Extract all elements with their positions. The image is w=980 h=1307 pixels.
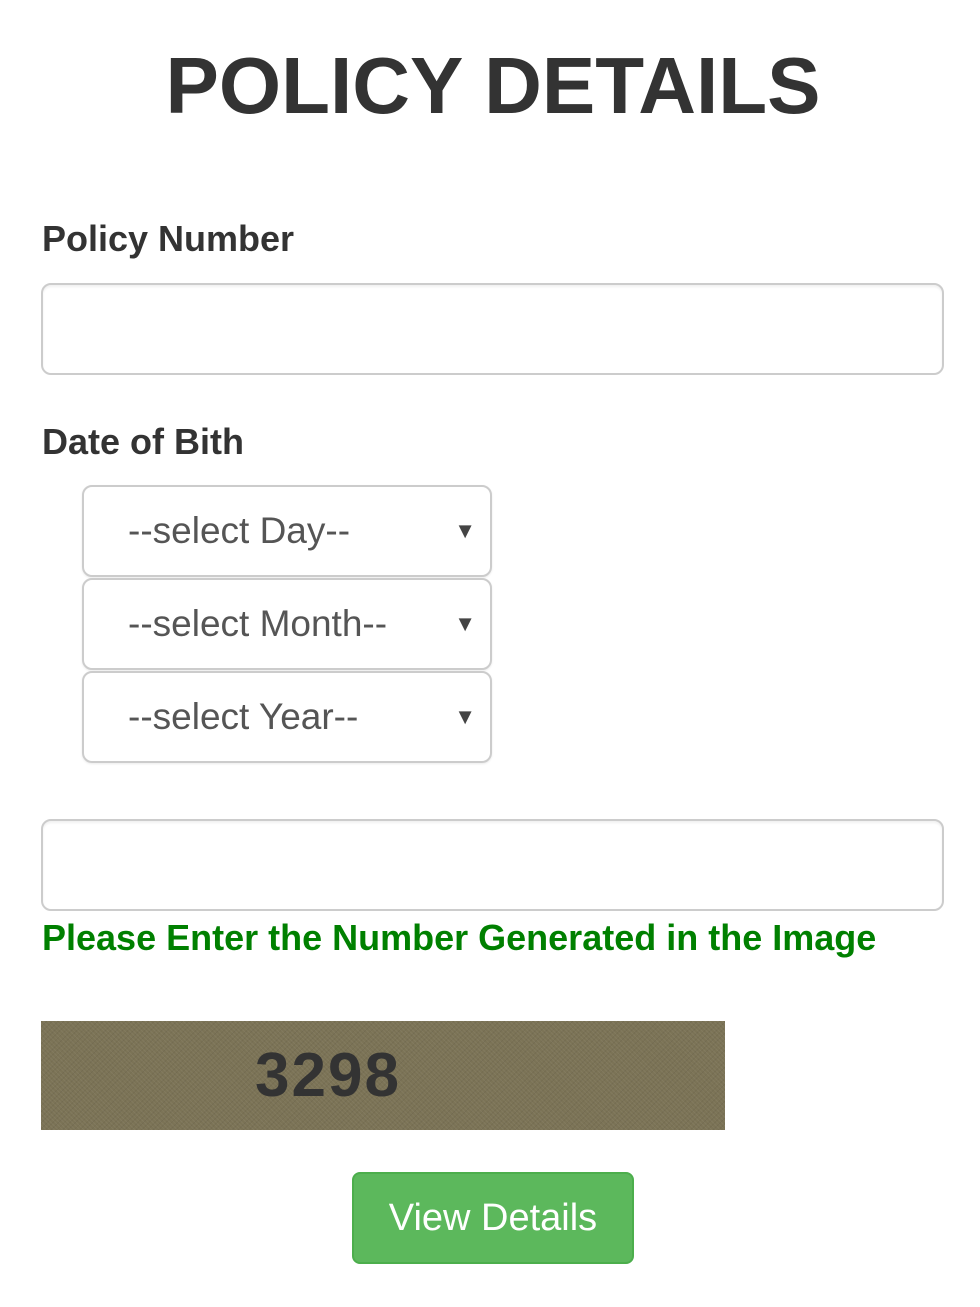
captcha-image: 3298 [41,1021,725,1130]
month-select[interactable]: --select Month-- ▼ [82,578,492,670]
captcha-help-text: Please Enter the Number Generated in the… [42,917,877,958]
day-select[interactable]: --select Day-- ▼ [82,485,492,577]
view-details-button[interactable]: View Details [352,1172,634,1264]
year-select-value: --select Year-- [128,696,359,737]
chevron-down-icon: ▼ [454,518,476,543]
policy-number-input[interactable] [41,283,944,375]
captcha-input[interactable] [41,819,944,911]
year-select[interactable]: --select Year-- ▼ [82,671,492,763]
captcha-code: 3298 [255,1041,401,1110]
day-select-value: --select Day-- [128,510,351,551]
chevron-down-icon: ▼ [454,704,476,729]
policy-number-label: Policy Number [42,218,295,259]
chevron-down-icon: ▼ [454,611,476,636]
date-of-birth-label: Date of Bith [42,421,244,462]
page-title: POLICY DETAILS [165,41,821,130]
month-select-value: --select Month-- [128,603,388,644]
